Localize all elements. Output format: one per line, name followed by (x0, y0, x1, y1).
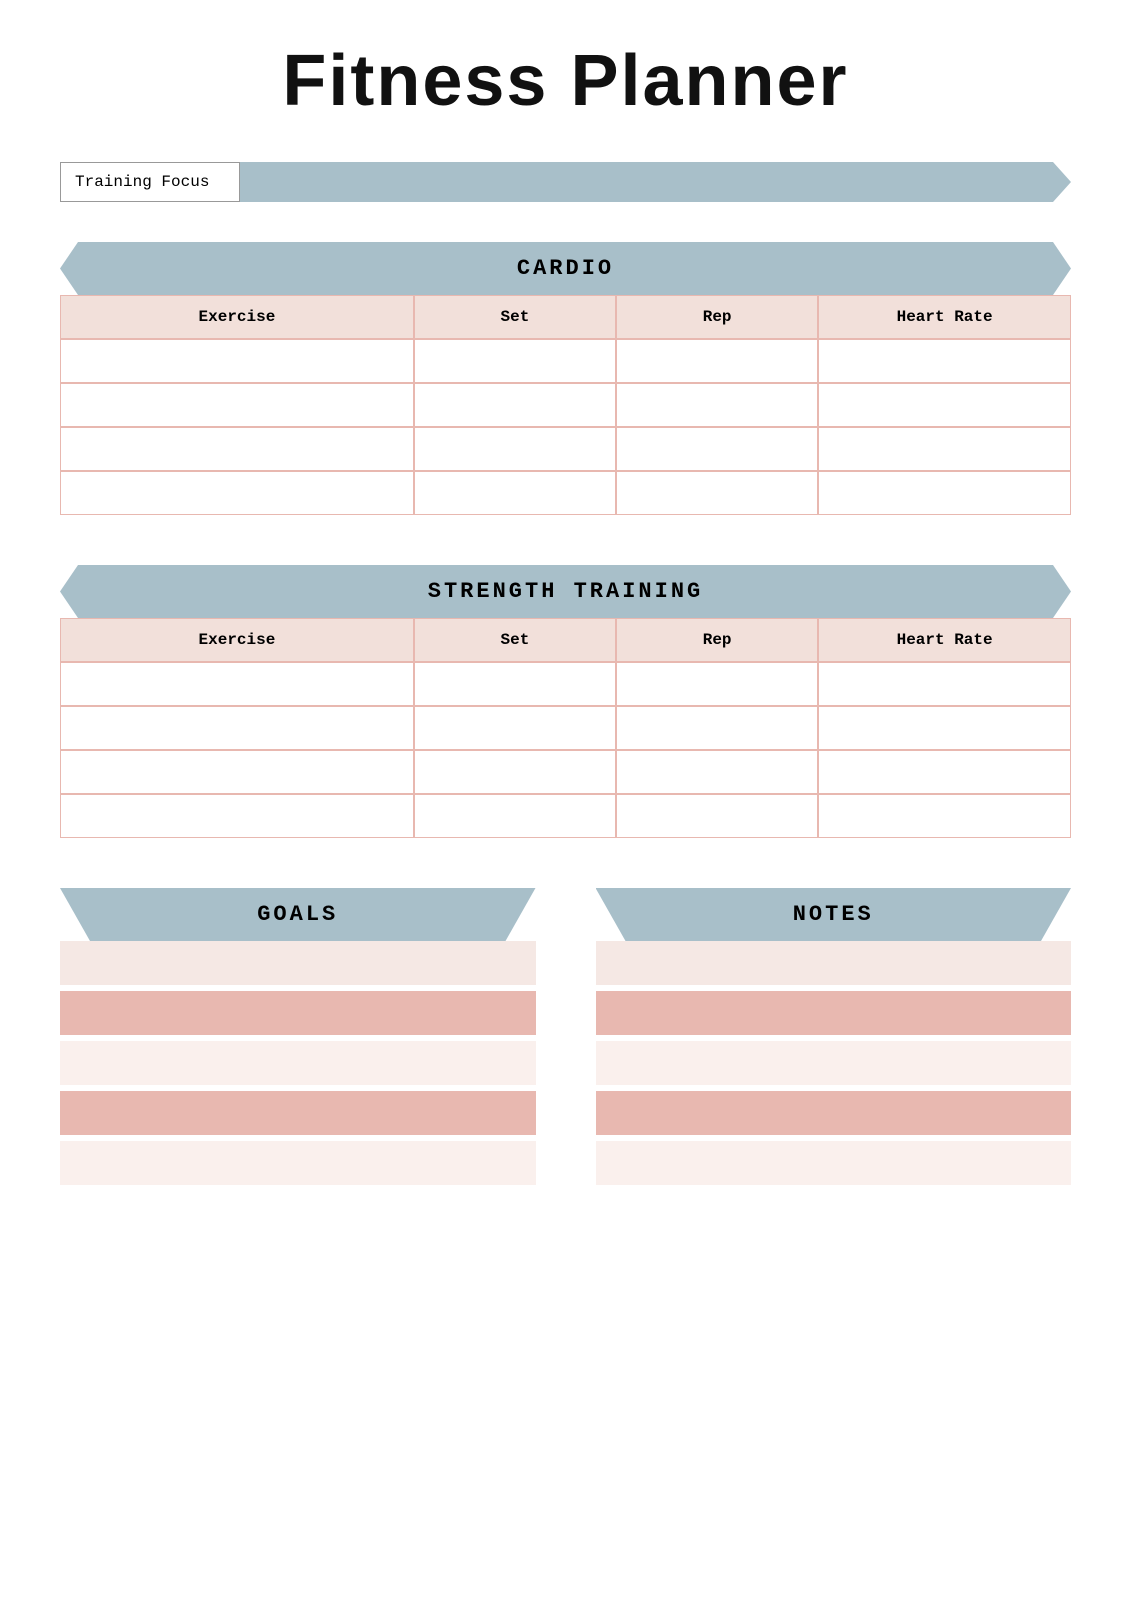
strength-cell[interactable] (414, 706, 616, 750)
cardio-col-rep: Rep (616, 295, 818, 339)
cardio-cell[interactable] (60, 427, 414, 471)
strength-col-rep: Rep (616, 618, 818, 662)
cardio-cell[interactable] (818, 427, 1071, 471)
goals-row-4[interactable] (60, 1141, 536, 1185)
strength-cell[interactable] (616, 750, 818, 794)
cardio-cell[interactable] (414, 339, 616, 383)
strength-cell[interactable] (60, 794, 414, 838)
notes-header: NOTES (596, 888, 1072, 941)
bottom-section: GOALS NOTES (60, 888, 1071, 1191)
strength-header: STRENGTH TRAINING (60, 565, 1071, 618)
strength-cell[interactable] (818, 794, 1071, 838)
strength-col-heartrate: Heart Rate (818, 618, 1071, 662)
strength-cell[interactable] (818, 662, 1071, 706)
strength-cell[interactable] (414, 794, 616, 838)
strength-cell[interactable] (60, 662, 414, 706)
table-row[interactable] (60, 427, 1071, 471)
strength-cell[interactable] (818, 750, 1071, 794)
cardio-cell[interactable] (818, 383, 1071, 427)
strength-header-row: Exercise Set Rep Heart Rate (60, 618, 1071, 662)
cardio-header-row: Exercise Set Rep Heart Rate (60, 295, 1071, 339)
cardio-col-set: Set (414, 295, 616, 339)
goals-row-0[interactable] (60, 941, 536, 985)
strength-cell[interactable] (616, 662, 818, 706)
strength-cell[interactable] (616, 794, 818, 838)
strength-cell[interactable] (818, 706, 1071, 750)
training-focus-bar (240, 162, 1071, 202)
cardio-header: CARDIO (60, 242, 1071, 295)
goals-row-3[interactable] (60, 1091, 536, 1135)
cardio-cell[interactable] (616, 471, 818, 515)
goals-rows (60, 941, 536, 1191)
cardio-cell[interactable] (414, 427, 616, 471)
notes-row-1[interactable] (596, 991, 1072, 1035)
cardio-col-heartrate: Heart Rate (818, 295, 1071, 339)
goals-row-1[interactable] (60, 991, 536, 1035)
cardio-cell[interactable] (60, 471, 414, 515)
training-focus-row: Training Focus (60, 162, 1071, 202)
table-row[interactable] (60, 383, 1071, 427)
page-title: Fitness Planner (60, 40, 1071, 122)
cardio-cell[interactable] (616, 383, 818, 427)
training-focus-label: Training Focus (60, 162, 240, 202)
notes-rows (596, 941, 1072, 1191)
table-row[interactable] (60, 750, 1071, 794)
notes-row-2[interactable] (596, 1041, 1072, 1085)
table-row[interactable] (60, 794, 1071, 838)
strength-table: Exercise Set Rep Heart Rate (60, 618, 1071, 838)
table-row[interactable] (60, 706, 1071, 750)
cardio-cell[interactable] (60, 339, 414, 383)
goals-row-2[interactable] (60, 1041, 536, 1085)
cardio-cell[interactable] (818, 471, 1071, 515)
cardio-col-exercise: Exercise (60, 295, 414, 339)
cardio-cell[interactable] (414, 471, 616, 515)
notes-row-4[interactable] (596, 1141, 1072, 1185)
notes-row-3[interactable] (596, 1091, 1072, 1135)
cardio-table: Exercise Set Rep Heart Rate (60, 295, 1071, 515)
strength-cell[interactable] (414, 750, 616, 794)
cardio-cell[interactable] (616, 427, 818, 471)
strength-cell[interactable] (414, 662, 616, 706)
table-row[interactable] (60, 662, 1071, 706)
strength-cell[interactable] (616, 706, 818, 750)
cardio-cell[interactable] (818, 339, 1071, 383)
table-row[interactable] (60, 471, 1071, 515)
strength-cell[interactable] (60, 706, 414, 750)
strength-col-exercise: Exercise (60, 618, 414, 662)
notes-col: NOTES (596, 888, 1072, 1191)
cardio-cell[interactable] (616, 339, 818, 383)
goals-header: GOALS (60, 888, 536, 941)
table-row[interactable] (60, 339, 1071, 383)
cardio-cell[interactable] (60, 383, 414, 427)
strength-section: STRENGTH TRAINING Exercise Set Rep Heart… (60, 565, 1071, 838)
strength-cell[interactable] (60, 750, 414, 794)
notes-row-0[interactable] (596, 941, 1072, 985)
strength-col-set: Set (414, 618, 616, 662)
goals-col: GOALS (60, 888, 536, 1191)
cardio-cell[interactable] (414, 383, 616, 427)
cardio-section: CARDIO Exercise Set Rep Heart Rate (60, 242, 1071, 515)
